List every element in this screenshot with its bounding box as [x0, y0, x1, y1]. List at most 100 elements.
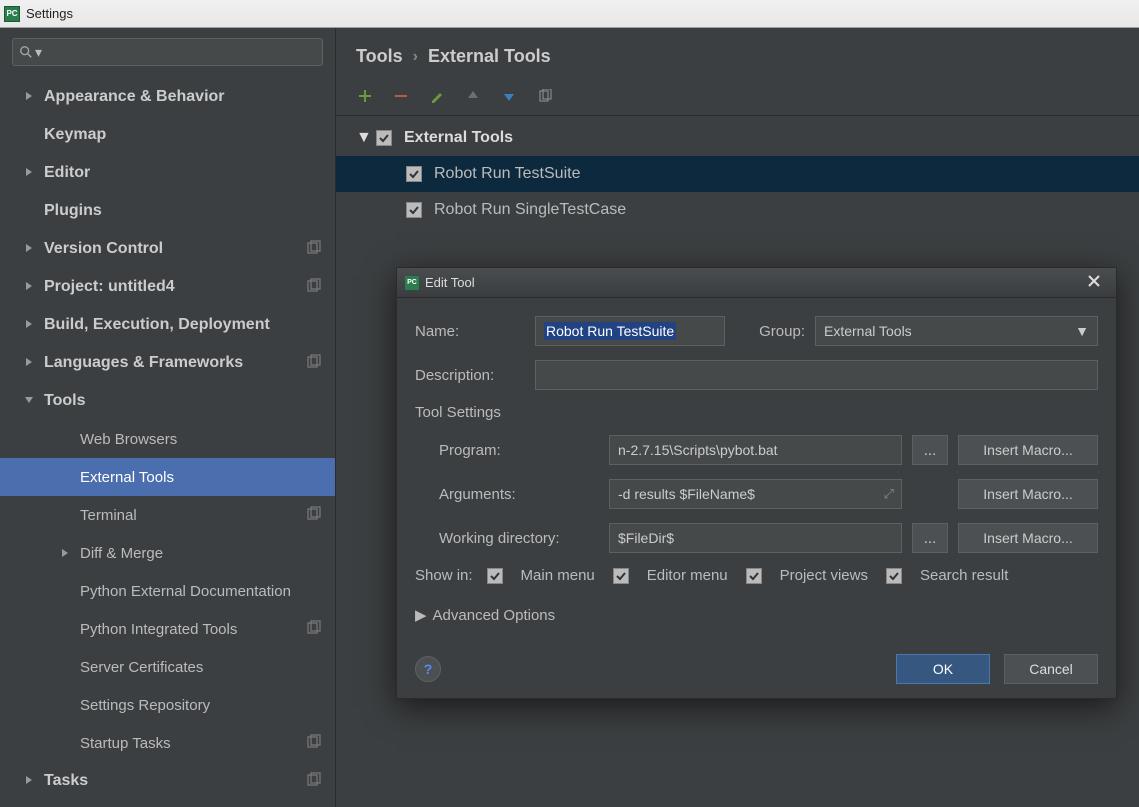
main: ▾ Appearance & BehaviorKeymap Editor Plugi… — [0, 28, 1139, 807]
sidebar-item-version-control[interactable]: Version Control — [0, 230, 335, 268]
sidebar-item-tasks[interactable]: Tasks — [0, 762, 335, 800]
arguments-label: Arguments: — [439, 486, 599, 503]
browse-working-directory-button[interactable]: ... — [912, 523, 948, 553]
description-field[interactable] — [535, 360, 1098, 390]
sidebar-item-project-untitled4[interactable]: Project: untitled4 — [0, 268, 335, 306]
cancel-button[interactable]: Cancel — [1004, 654, 1098, 684]
project-scope-icon — [307, 772, 321, 791]
titlebar: PC Settings — [0, 0, 1139, 28]
chevron-down-icon: ▾ — [35, 44, 42, 61]
dialog-titlebar[interactable]: PC Edit Tool — [397, 268, 1116, 298]
sidebar-item-label: Tools — [44, 392, 85, 410]
checkbox[interactable] — [487, 568, 503, 584]
list-toolbar — [336, 79, 1139, 116]
group-dropdown[interactable]: External Tools ▼ — [815, 316, 1098, 346]
dialog-buttons: ? OK Cancel — [397, 642, 1116, 698]
project-scope-icon — [307, 354, 321, 373]
browse-program-button[interactable]: ... — [912, 435, 948, 465]
checkbox[interactable] — [746, 568, 762, 584]
tool-list-item[interactable]: Robot Run TestSuite — [336, 156, 1139, 192]
ok-button[interactable]: OK — [896, 654, 990, 684]
chevron-right-icon — [24, 354, 36, 372]
move-up-button[interactable] — [464, 87, 482, 105]
checkbox[interactable] — [886, 568, 902, 584]
show-in-option-search-result[interactable]: Search result — [886, 567, 1008, 584]
sidebar-item-label: Languages & Frameworks — [44, 354, 243, 372]
tool-list-item[interactable]: Robot Run SingleTestCase — [336, 192, 1139, 228]
chevron-down-icon: ▼ — [1075, 323, 1089, 339]
checkbox[interactable] — [406, 166, 422, 182]
working-directory-label: Working directory: — [439, 530, 599, 547]
show-in-option-main-menu[interactable]: Main menu — [487, 567, 595, 584]
sidebar-item-appearance-behavior[interactable]: Appearance & Behavior — [0, 78, 335, 116]
close-button[interactable] — [1078, 271, 1110, 291]
help-button[interactable]: ? — [415, 656, 441, 682]
sidebar-item-build-execution-deployment[interactable]: Build, Execution, Deployment — [0, 306, 335, 344]
remove-button[interactable] — [392, 87, 410, 105]
option-label: Search result — [920, 567, 1008, 584]
sidebar-item-settings-repository[interactable]: Settings Repository — [0, 686, 335, 724]
option-label: Main menu — [521, 567, 595, 584]
program-label: Program: — [439, 442, 599, 459]
show-in-option-editor-menu[interactable]: Editor menu — [613, 567, 728, 584]
advanced-options-toggle[interactable]: ▶ Advanced Options — [415, 606, 1098, 624]
search-icon — [19, 45, 33, 59]
sidebar-item-python-external-documentation[interactable]: Python External Documentation — [0, 572, 335, 610]
insert-macro-wdir-button[interactable]: Insert Macro... — [958, 523, 1098, 553]
sidebar-item-startup-tasks[interactable]: Startup Tasks — [0, 724, 335, 762]
move-down-button[interactable] — [500, 87, 518, 105]
sidebar-item-tools[interactable]: Tools — [0, 382, 335, 420]
group-label: Group: — [735, 323, 805, 340]
sidebar-item-label: Tasks — [44, 772, 88, 790]
sidebar-item-label: External Tools — [80, 469, 174, 486]
sidebar-item-diff-merge[interactable]: Diff & Merge — [0, 534, 335, 572]
app-icon: PC — [405, 276, 419, 290]
name-field[interactable]: Robot Run TestSuite — [535, 316, 725, 346]
copy-button[interactable] — [536, 87, 554, 105]
edit-tool-dialog-overlay: PC Edit Tool Name: Robot Run TestSuite G… — [396, 267, 1117, 699]
checkbox[interactable] — [376, 130, 392, 146]
sidebar-item-languages-frameworks[interactable]: Languages & Frameworks — [0, 344, 335, 382]
project-scope-icon — [307, 278, 321, 297]
chevron-right-icon — [24, 772, 36, 790]
chevron-right-icon — [24, 164, 36, 182]
description-label: Description: — [415, 367, 525, 384]
breadcrumb-part[interactable]: Tools — [356, 46, 403, 67]
chevron-right-icon — [24, 88, 36, 106]
sidebar-item-terminal[interactable]: Terminal — [0, 496, 335, 534]
sidebar-item-label: Settings Repository — [80, 697, 210, 714]
working-directory-field[interactable] — [609, 523, 902, 553]
tools-group-row[interactable]: ▼ External Tools — [336, 120, 1139, 156]
sidebar-item-editor[interactable]: Editor — [0, 154, 335, 192]
breadcrumb-part: External Tools — [428, 46, 551, 67]
program-field[interactable] — [609, 435, 902, 465]
sidebar-item-label: Web Browsers — [80, 431, 177, 448]
project-scope-icon — [307, 506, 321, 524]
project-scope-icon — [307, 620, 321, 638]
checkbox[interactable] — [406, 202, 422, 218]
sidebar-item-label: Editor — [44, 164, 90, 182]
edit-button[interactable] — [428, 87, 446, 105]
chevron-right-icon — [60, 545, 72, 562]
edit-tool-dialog: PC Edit Tool Name: Robot Run TestSuite G… — [396, 267, 1117, 699]
search-input[interactable] — [46, 45, 316, 60]
chevron-right-icon — [24, 240, 36, 258]
tools-list: ▼ External Tools Robot Run TestSuite Robo… — [336, 116, 1139, 228]
checkbox[interactable] — [613, 568, 629, 584]
insert-macro-arguments-button[interactable]: Insert Macro... — [958, 479, 1098, 509]
show-in-option-project-views[interactable]: Project views — [746, 567, 868, 584]
arguments-field[interactable] — [609, 479, 902, 509]
add-button[interactable] — [356, 87, 374, 105]
sidebar-item-external-tools[interactable]: External Tools — [0, 458, 335, 496]
tool-label: Robot Run TestSuite — [434, 165, 580, 183]
sidebar-item-web-browsers[interactable]: Web Browsers — [0, 420, 335, 458]
show-in-row: Show in: Main menuEditor menuProject vie… — [415, 567, 1098, 584]
search-input-container[interactable]: ▾ — [12, 38, 323, 66]
sidebar-item-label: Plugins — [44, 202, 102, 220]
insert-macro-program-button[interactable]: Insert Macro... — [958, 435, 1098, 465]
expand-icon[interactable]: ⤢ — [884, 486, 894, 502]
sidebar-item-plugins[interactable]: Plugins — [0, 192, 335, 230]
sidebar-item-server-certificates[interactable]: Server Certificates — [0, 648, 335, 686]
sidebar-item-keymap[interactable]: Keymap — [0, 116, 335, 154]
sidebar-item-python-integrated-tools[interactable]: Python Integrated Tools — [0, 610, 335, 648]
